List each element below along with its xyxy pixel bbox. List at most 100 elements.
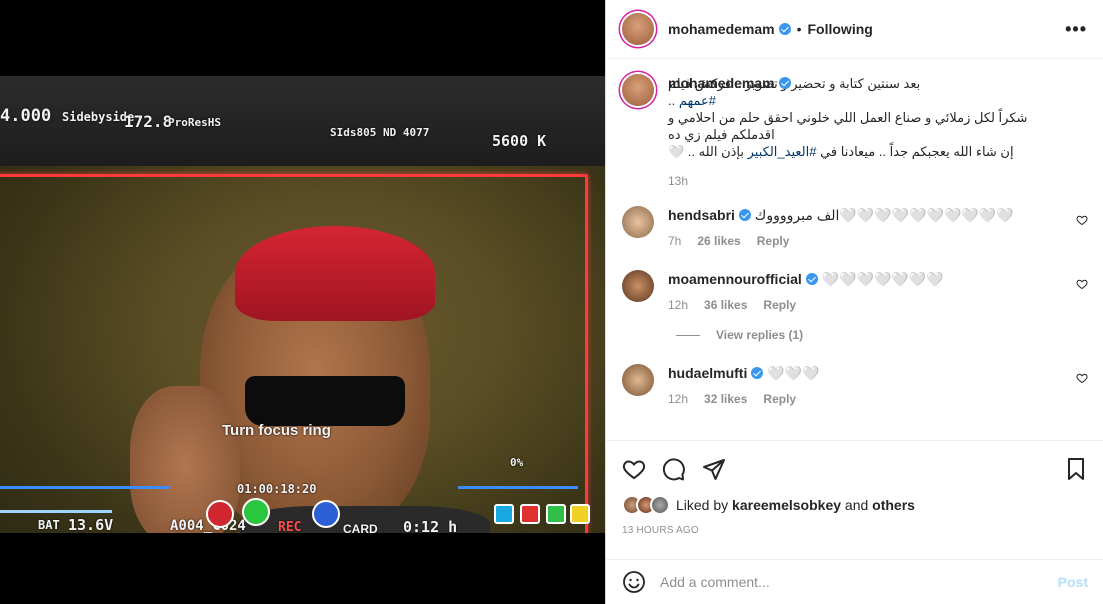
osd-clip: SIds805 ND 4077 bbox=[330, 126, 430, 139]
osd-kelvin: 5600 K bbox=[492, 132, 547, 150]
comment-body: moamennourofficial 🤍🤍🤍🤍🤍🤍🤍 12h 36 likes Re… bbox=[668, 270, 1088, 312]
post-photo: 4.000 Sidebyside 172.8 ProResHS SIds805 … bbox=[0, 76, 605, 533]
dot-separator: • bbox=[796, 21, 802, 37]
liked-by-prefix: Liked by bbox=[676, 497, 729, 513]
osd-tool-icon-2 bbox=[520, 504, 540, 524]
hashtag-link-1[interactable]: #عمهم bbox=[679, 93, 716, 108]
reply-button[interactable]: Reply bbox=[757, 234, 790, 248]
liked-by-and: and bbox=[844, 497, 869, 513]
more-options-icon[interactable]: ••• bbox=[1065, 19, 1087, 40]
osd-percent: 0% bbox=[510, 456, 524, 469]
post-comment-button[interactable]: Post bbox=[1058, 574, 1088, 590]
osd-tool-icon-4 bbox=[570, 504, 590, 524]
verified-badge-icon bbox=[778, 23, 791, 35]
view-replies-label: View replies (1) bbox=[716, 328, 804, 342]
comment-row: hudaelmufti 🤍🤍🤍 12h 32 likes Reply bbox=[622, 364, 1088, 406]
comment-row: hendsabri الف مبرووووك🤍🤍🤍🤍🤍🤍🤍🤍🤍🤍 7h 26 li… bbox=[622, 206, 1088, 248]
caption-line-1-end: .. bbox=[668, 93, 679, 108]
comment-input[interactable] bbox=[660, 574, 1058, 590]
commenter-username[interactable]: hudaelmufti bbox=[668, 365, 747, 381]
comment-likes[interactable]: 26 likes bbox=[697, 234, 740, 248]
osd-bat-label: BAT bbox=[38, 518, 60, 532]
osd-bat-value: 13.6V bbox=[68, 516, 114, 533]
comment-bubble-icon[interactable] bbox=[662, 457, 686, 481]
comment-text: 🤍🤍🤍🤍🤍🤍🤍 bbox=[821, 271, 944, 287]
osd-play-button-icon bbox=[242, 498, 270, 526]
caption-line-2: شكراً لكل زملائي و صناع العمل اللي خلوني… bbox=[668, 110, 1028, 142]
caption-line-3: إن شاء الله يعجبكم جداً .. ميعادنا في bbox=[816, 144, 1014, 159]
author-username[interactable]: mohamedemam bbox=[668, 21, 775, 37]
verified-badge-icon bbox=[778, 77, 791, 89]
comment-row: moamennourofficial 🤍🤍🤍🤍🤍🤍🤍 12h 36 likes Re… bbox=[622, 270, 1088, 312]
comments-list: mohamedemam بعد سنتين كتابة و تحضير و تص… bbox=[606, 60, 1103, 440]
comment-time[interactable]: 12h bbox=[668, 298, 688, 312]
osd-progress-right bbox=[458, 486, 578, 489]
comment-time[interactable]: 7h bbox=[668, 234, 681, 248]
view-replies-button[interactable]: View replies (1) bbox=[676, 328, 1088, 342]
liked-by-avatars bbox=[622, 495, 670, 515]
commenter-avatar[interactable] bbox=[622, 270, 654, 302]
osd-rec: REC bbox=[278, 520, 302, 533]
action-icons bbox=[622, 457, 1088, 481]
osd-tool-icon-1 bbox=[494, 504, 514, 524]
liked-by-row: Liked by kareemelsobkey and others bbox=[622, 495, 1088, 515]
commenter-avatar[interactable] bbox=[622, 206, 654, 238]
osd-focus-message: Turn focus ring bbox=[222, 422, 331, 439]
post-header: mohamedemam • Following ••• bbox=[606, 0, 1103, 59]
verified-badge-icon bbox=[738, 209, 751, 221]
osd-ratio: 172.8 bbox=[124, 112, 173, 131]
emoji-icon[interactable] bbox=[622, 570, 646, 594]
author-avatar[interactable] bbox=[622, 13, 654, 45]
post-media[interactable]: 4.000 Sidebyside 172.8 ProResHS SIds805 … bbox=[0, 0, 605, 604]
share-send-icon[interactable] bbox=[702, 457, 726, 481]
liked-by-user-link[interactable]: kareemelsobkey bbox=[732, 497, 841, 513]
liker-avatar[interactable] bbox=[650, 495, 670, 515]
verified-badge-icon bbox=[751, 367, 764, 379]
osd-rec-button-icon bbox=[206, 500, 234, 528]
view-replies-line bbox=[676, 334, 700, 336]
osd-res: ProResHS bbox=[168, 116, 221, 129]
osd-timecode: 01:00:18:20 bbox=[237, 482, 317, 496]
comment-text: 🤍🤍🤍 bbox=[767, 365, 820, 381]
post-panel: mohamedemam • Following ••• mohamedemam … bbox=[605, 0, 1103, 604]
caption-text: بعد سنتين كتابة و تحضير و تصوير .. فركش … bbox=[668, 75, 1064, 109]
comment-body: hendsabri الف مبرووووك🤍🤍🤍🤍🤍🤍🤍🤍🤍🤍 7h 26 li… bbox=[668, 206, 1088, 248]
add-comment-bar: Post bbox=[606, 559, 1103, 604]
osd-progress-lower bbox=[0, 510, 112, 513]
commenter-username[interactable]: moamennourofficial bbox=[668, 271, 802, 287]
like-heart-icon[interactable] bbox=[622, 457, 646, 481]
like-comment-heart-icon[interactable] bbox=[1076, 214, 1088, 226]
bookmark-save-icon[interactable] bbox=[1064, 457, 1088, 481]
caption-line-3-wrap: إن شاء الله يعجبكم جداً .. ميعادنا في #ا… bbox=[668, 143, 1064, 160]
hashtag-link-2[interactable]: #العيد_الكبير bbox=[748, 144, 817, 159]
following-button[interactable]: Following bbox=[808, 21, 873, 37]
reply-button[interactable]: Reply bbox=[763, 298, 796, 312]
comment-likes[interactable]: 36 likes bbox=[704, 298, 747, 312]
caption-body: mohamedemam بعد سنتين كتابة و تحضير و تص… bbox=[668, 74, 1088, 188]
osd-tool-icon-3 bbox=[546, 504, 566, 524]
caption-row: mohamedemam بعد سنتين كتابة و تحضير و تص… bbox=[622, 74, 1088, 188]
caption-line-1: بعد سنتين كتابة و تحضير و تصوير .. فركش … bbox=[668, 76, 921, 91]
comment-text: الف مبرووووك🤍🤍🤍🤍🤍🤍🤍🤍🤍🤍 bbox=[754, 207, 1014, 223]
osd-menu-button-icon bbox=[312, 500, 340, 528]
caption-avatar[interactable] bbox=[622, 74, 654, 106]
liked-by-others-link[interactable]: others bbox=[872, 497, 915, 513]
commenter-avatar[interactable] bbox=[622, 364, 654, 396]
osd-card: CARD bbox=[343, 522, 378, 533]
comment-likes[interactable]: 32 likes bbox=[704, 392, 747, 406]
osd-left-value: 4.000 bbox=[0, 106, 52, 126]
osd-remaining: 0:12 h bbox=[403, 518, 458, 533]
caption-time[interactable]: 13h bbox=[668, 174, 688, 188]
reply-button[interactable]: Reply bbox=[763, 392, 796, 406]
like-comment-heart-icon[interactable] bbox=[1076, 278, 1088, 290]
comment-time[interactable]: 12h bbox=[668, 392, 688, 406]
like-comment-heart-icon[interactable] bbox=[1076, 372, 1088, 384]
verified-badge-icon bbox=[805, 273, 818, 285]
osd-progress-left bbox=[0, 486, 170, 489]
commenter-username[interactable]: hendsabri bbox=[668, 207, 735, 223]
posted-ago[interactable]: 13 HOURS AGO bbox=[622, 525, 1088, 536]
liked-by-text: Liked by kareemelsobkey and others bbox=[676, 497, 915, 513]
focus-frame bbox=[0, 174, 588, 533]
comment-body: hudaelmufti 🤍🤍🤍 12h 32 likes Reply bbox=[668, 364, 1088, 406]
caption-line-3-end: بإذن الله .. 🤍 bbox=[668, 144, 748, 159]
